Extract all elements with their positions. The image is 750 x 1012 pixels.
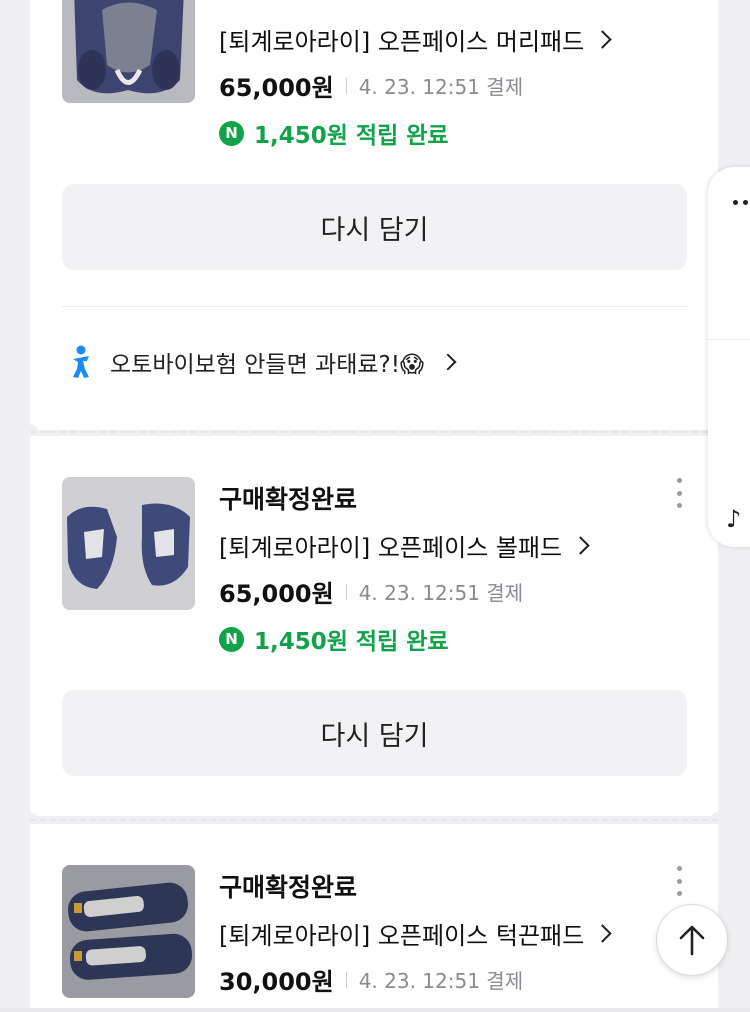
divider — [345, 583, 347, 600]
arrow-up-icon — [679, 925, 705, 956]
payment-time: 4. 23. 12:51 결제 — [358, 581, 524, 605]
side-floating-panel[interactable]: ♪ — [708, 167, 750, 547]
card-separator — [30, 819, 718, 821]
price: 65,000원 — [219, 580, 334, 608]
payment-time: 4. 23. 12:51 결제 — [358, 75, 524, 99]
helmet-crown-pad-image — [62, 0, 195, 103]
order-card-3: 구매확정완료 [퇴계로아라이] 오픈페이스 턱끈패드 30,000원 4. 23… — [30, 824, 718, 1012]
product-thumbnail[interactable] — [62, 865, 195, 998]
reward-text: 1,450원 적립 완료 — [254, 123, 449, 149]
payment-time: 4. 23. 12:51 결제 — [358, 969, 524, 993]
cheek-pad-image — [62, 477, 195, 610]
scroll-to-top-button[interactable] — [656, 904, 728, 976]
chevron-right-icon — [593, 924, 612, 943]
order-status: 구매확정완료 — [219, 873, 358, 902]
chevron-right-icon — [593, 30, 612, 49]
order-card-2: 구매확정완료 [퇴계로아라이] 오픈페이스 볼패드 65,000원 4. 23.… — [30, 436, 718, 816]
bottom-edge — [0, 1008, 750, 1012]
more-options-button[interactable] — [676, 478, 682, 508]
chevron-right-icon — [571, 536, 590, 555]
npay-point-icon: N — [219, 120, 244, 146]
price: 65,000원 — [219, 74, 334, 102]
product-name-link[interactable]: [퇴계로아라이] 오픈페이스 턱끈패드 — [219, 916, 612, 951]
product-name-link[interactable]: [퇴계로아라이] 오픈페이스 볼패드 — [219, 528, 590, 563]
motorcycle-rider-icon — [73, 345, 89, 378]
insurance-banner-text: 오토바이보험 안들면 과태료?! — [110, 352, 400, 378]
order-status: 구매확정완료 — [219, 485, 358, 514]
more-icon[interactable] — [733, 200, 748, 205]
more-options-button[interactable] — [676, 866, 682, 896]
reward-text: 1,450원 적립 완료 — [254, 629, 449, 655]
product-name: [퇴계로아라이] 오픈페이스 볼패드 — [219, 534, 563, 562]
order-card-1: [퇴계로아라이] 오픈페이스 머리패드 65,000원 4. 23. 12:51… — [30, 0, 718, 430]
insurance-banner-link[interactable]: 오토바이보험 안들면 과태료?!😱 — [68, 345, 457, 379]
npay-point-icon: N — [219, 626, 244, 652]
product-name-link[interactable]: [퇴계로아라이] 오픈페이스 머리패드 — [219, 22, 612, 57]
divider — [345, 77, 347, 94]
product-thumbnail[interactable] — [62, 0, 195, 103]
divider — [345, 971, 347, 988]
reward-row: N 1,450원 적립 완료 — [219, 622, 449, 656]
order-history-viewport: [퇴계로아라이] 오픈페이스 머리패드 65,000원 4. 23. 12:51… — [0, 0, 750, 1012]
card-separator — [30, 431, 718, 433]
add-to-cart-again-button[interactable]: 다시 담기 — [62, 690, 687, 776]
price-row: 65,000원 4. 23. 12:51 결제 — [219, 574, 523, 609]
panel-divider — [708, 339, 750, 340]
chin-strap-pad-image — [62, 865, 195, 998]
product-thumbnail[interactable] — [62, 477, 195, 610]
section-divider — [62, 306, 687, 307]
add-to-cart-again-button[interactable]: 다시 담기 — [62, 184, 687, 270]
product-name: [퇴계로아라이] 오픈페이스 머리패드 — [219, 28, 585, 56]
music-note-icon[interactable]: ♪ — [726, 505, 741, 533]
reward-row: N 1,450원 적립 완료 — [219, 116, 449, 150]
product-name: [퇴계로아라이] 오픈페이스 턱끈패드 — [219, 922, 585, 950]
chevron-right-icon — [439, 353, 457, 371]
shocked-face-emoji: 😱 — [399, 352, 424, 378]
price: 30,000원 — [219, 968, 334, 996]
price-row: 65,000원 4. 23. 12:51 결제 — [219, 68, 523, 103]
price-row: 30,000원 4. 23. 12:51 결제 — [219, 962, 523, 997]
